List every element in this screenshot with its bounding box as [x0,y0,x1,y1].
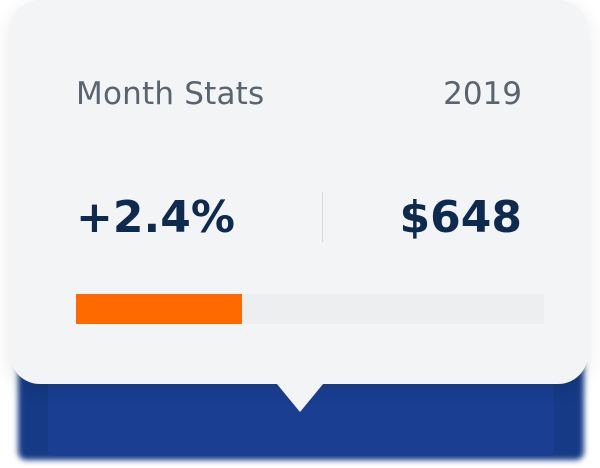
progress-bar [76,294,544,324]
card-year: 2019 [443,76,522,112]
progress-bar-fill [76,294,243,324]
card-title: Month Stats [76,76,265,112]
percent-change-value: +2.4% [76,192,235,243]
card-pointer [272,378,328,412]
stats-divider [322,192,323,242]
stats-widget-stage: Month Stats 2019 +2.4% $648 [0,0,600,468]
amount-value: $648 [399,192,522,243]
month-stats-card: Month Stats 2019 +2.4% $648 [10,0,588,384]
